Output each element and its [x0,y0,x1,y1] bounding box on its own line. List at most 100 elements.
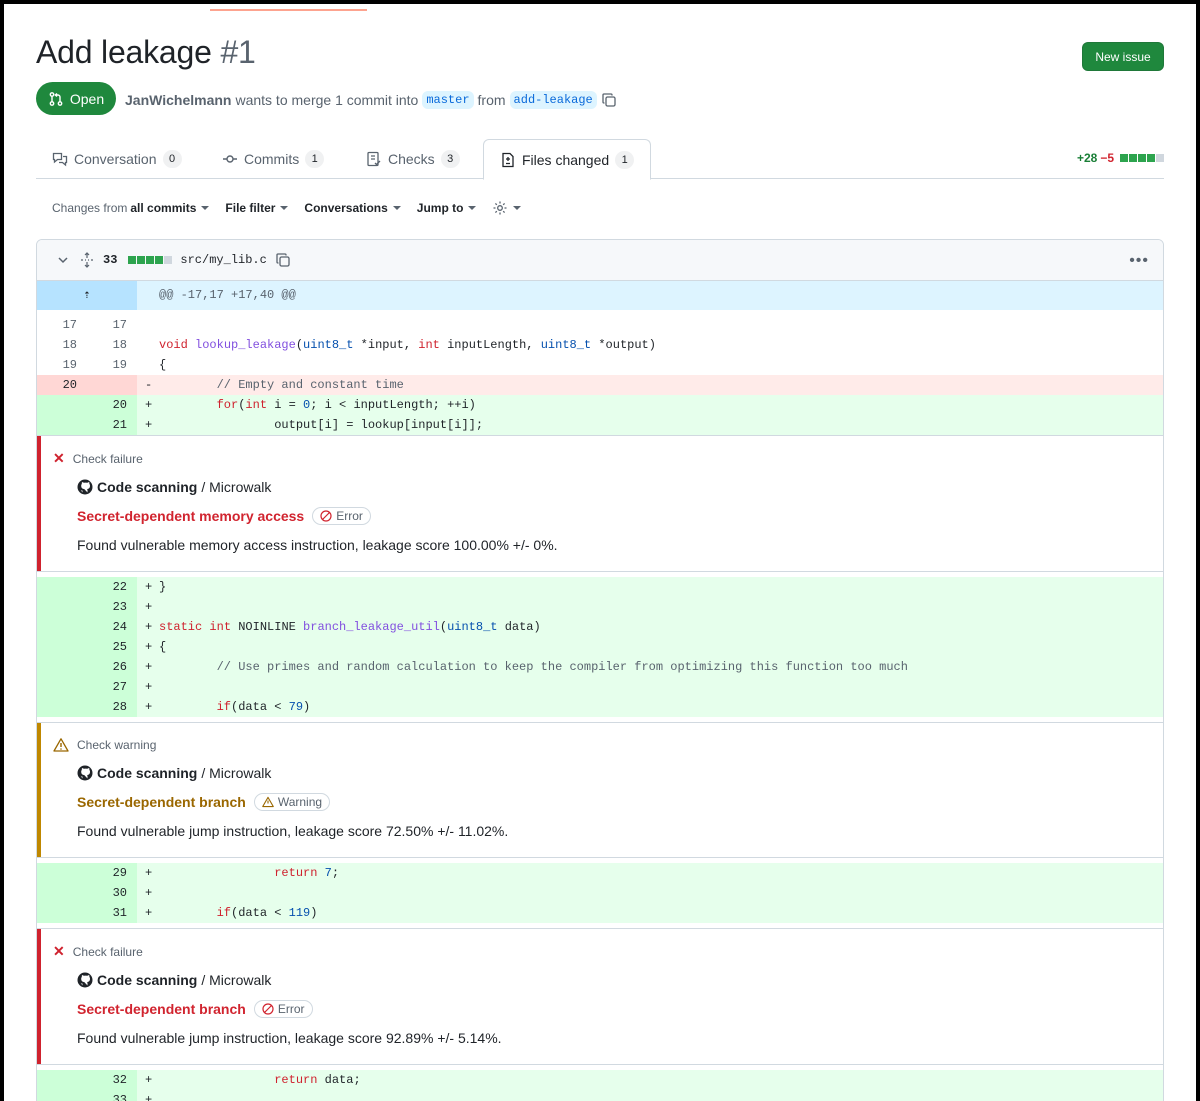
alert-icon [53,738,69,752]
tab-files-changed[interactable]: Files changed 1 [483,139,652,180]
file-name[interactable]: src/my_lib.c [180,253,266,267]
file-diff-icon [502,152,514,167]
caret-down-icon [392,206,401,210]
comment-discussion-icon [52,152,68,167]
severity-badge: Error [253,1000,313,1018]
diff-line-added: 32 + return data; [37,1070,1163,1090]
diffstat-deletions: −5 [1100,151,1114,165]
annotation-source-bold: Code scanning [97,972,198,988]
annotation-message: Found vulnerable jump instruction, leaka… [77,1030,502,1046]
annotation-kind: ✕ Check failure [53,943,1163,960]
tab-checks[interactable]: Checks 3 [350,139,476,179]
copy-icon[interactable] [601,92,617,108]
pr-title: Add leakage [36,34,212,70]
pr-state-label: Open [69,90,105,107]
tab-counter: 1 [615,150,635,169]
tab-commits[interactable]: Commits 1 [206,139,340,179]
tab-counter: 0 [162,150,182,168]
kebab-horizontal-icon[interactable]: ••• [1129,252,1149,270]
x-icon: ✕ [53,943,65,959]
pr-page: Add leakage #1 New issue Open JanWichelm… [4,4,1196,1101]
copy-icon[interactable] [275,252,291,268]
annotation-message: Found vulnerable jump instruction, leaka… [77,823,509,839]
changes-prefix: Changes from [52,201,128,215]
annotation-source-rest: / Microwalk [201,479,272,495]
severity-label: Error [336,509,363,523]
file-change-count: 33 [103,253,118,267]
tab-label: Conversation [74,151,157,167]
file-header: 33 src/my_lib.c ••• [37,240,1163,281]
hunk-header: @@ -17,17 +17,40 @@ [159,288,296,302]
annotation-source-bold: Code scanning [97,479,198,495]
unfold-icon[interactable] [79,252,95,268]
x-icon: ✕ [53,450,65,466]
diff-line-added: 28 + if(data < 79) [37,697,1163,717]
new-issue-button[interactable]: New issue [1082,42,1164,71]
annotation-title: Secret-dependent branch [77,794,246,810]
annotation-source-rest: / Microwalk [201,765,272,781]
file-filter-dropdown[interactable]: File filter [225,201,289,215]
annotation-bar [37,929,41,1064]
changes-from-dropdown[interactable]: Changes from all commits [52,201,210,215]
diff-line-added: 30 + [37,883,1163,903]
pr-tabs: Conversation 0 Commits 1 Checks 3 Files … [36,139,1164,180]
alert-icon [262,796,274,808]
base-branch[interactable]: master [422,91,474,109]
file-diffstat-blocks [128,256,173,264]
stop-icon [320,510,332,522]
diff-line: 19 19{ [37,355,1163,375]
severity-badge: Error [312,507,371,525]
merge-text: wants to merge 1 commit into [235,92,419,108]
diff-line-added: 33 + [37,1090,1163,1101]
changes-value: all commits [130,201,197,215]
diff-line-added: 27 + [37,677,1163,697]
diff-line-deleted: 20- // Empty and constant time [37,375,1163,395]
gear-icon [493,201,507,215]
annotation-source-bold: Code scanning [97,765,198,781]
severity-label: Warning [277,795,323,809]
jump-to-label: Jump to [416,201,464,215]
annotation-kind-label: Check warning [77,738,157,752]
jump-to-dropdown[interactable]: Jump to [417,201,477,215]
diffstat-blocks [1120,154,1164,162]
annotation-title-row: Secret-dependent memory access Error [77,507,1163,525]
expand-up-icon[interactable]: ⇡ [37,281,137,310]
github-mark-icon [77,972,93,988]
diff-line-added: 25 +{ [37,637,1163,657]
diff-settings-dropdown[interactable] [492,200,522,216]
check-annotation: Check warning Code scanning / Microwalk … [37,722,1163,858]
tab-counter: 3 [440,150,460,168]
pr-meta: JanWichelmann wants to merge 1 commit in… [125,91,617,109]
annotation-source: Code scanning / Microwalk [77,765,1163,781]
annotation-kind: ✕ Check failure [53,450,1163,467]
severity-label: Error [277,1002,305,1016]
git-commit-icon [223,155,237,163]
tab-label: Commits [244,151,300,167]
diff-line-added: 23 + [37,597,1163,617]
git-pull-request-icon [49,91,63,106]
head-branch[interactable]: add-leakage [509,91,597,109]
diff-line-added: 29 + return 7; [37,863,1163,883]
diff-line-added: 20 + for(int i = 0; i < inputLength; ++i) [37,395,1163,415]
diff-line-added: 26 + // Use primes and random calculation… [37,657,1163,677]
annotation-title-row: Secret-dependent branch Error [77,1000,1163,1018]
caret-down-icon [468,206,477,210]
tab-conversation[interactable]: Conversation 0 [36,139,198,179]
annotation-title: Secret-dependent memory access [77,508,305,524]
annotation-bar [37,436,41,571]
annotation-source: Code scanning / Microwalk [77,972,1163,988]
pr-state-badge: Open [36,82,116,115]
annotation-message: Found vulnerable memory access instructi… [77,537,558,553]
caret-down-icon [201,206,210,210]
diff-line-added: 31 + if(data < 119) [37,903,1163,923]
conversations-dropdown[interactable]: Conversations [304,201,401,215]
stop-icon [262,1003,274,1015]
annotation-bar [37,723,41,857]
author-link[interactable]: JanWichelmann [125,92,231,108]
chevron-down-icon[interactable] [55,252,71,268]
pr-number: #1 [220,34,256,70]
annotation-kind: Check warning [53,737,1163,753]
page-title: Add leakage #1 [36,34,256,71]
github-mark-icon [77,765,93,781]
check-annotation: ✕ Check failure Code scanning / Microwalk… [37,435,1163,572]
